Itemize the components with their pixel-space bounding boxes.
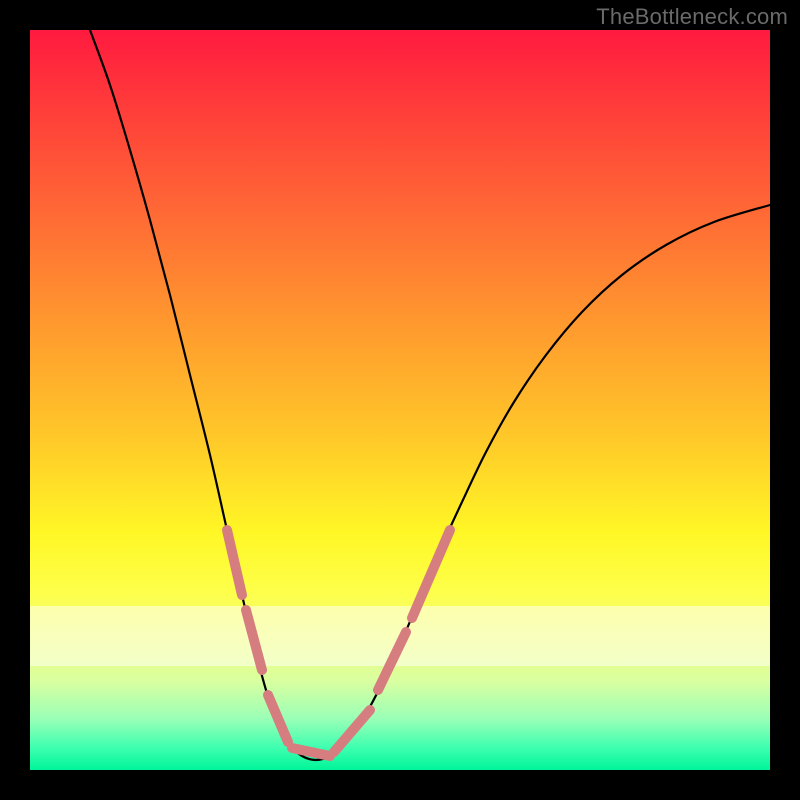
chart-frame: TheBottleneck.com <box>0 0 800 800</box>
curve-svg <box>30 30 770 770</box>
highlight-dash <box>227 530 242 595</box>
highlight-dash <box>378 632 406 690</box>
bottleneck-curve <box>90 30 770 760</box>
highlight-segments <box>227 530 450 756</box>
plot-area <box>30 30 770 770</box>
highlight-dash <box>334 710 370 752</box>
watermark-text: TheBottleneck.com <box>596 4 788 30</box>
highlight-dash <box>246 610 262 670</box>
highlight-dash <box>412 530 450 618</box>
highlight-dash <box>292 748 330 756</box>
highlight-dash <box>268 695 288 742</box>
